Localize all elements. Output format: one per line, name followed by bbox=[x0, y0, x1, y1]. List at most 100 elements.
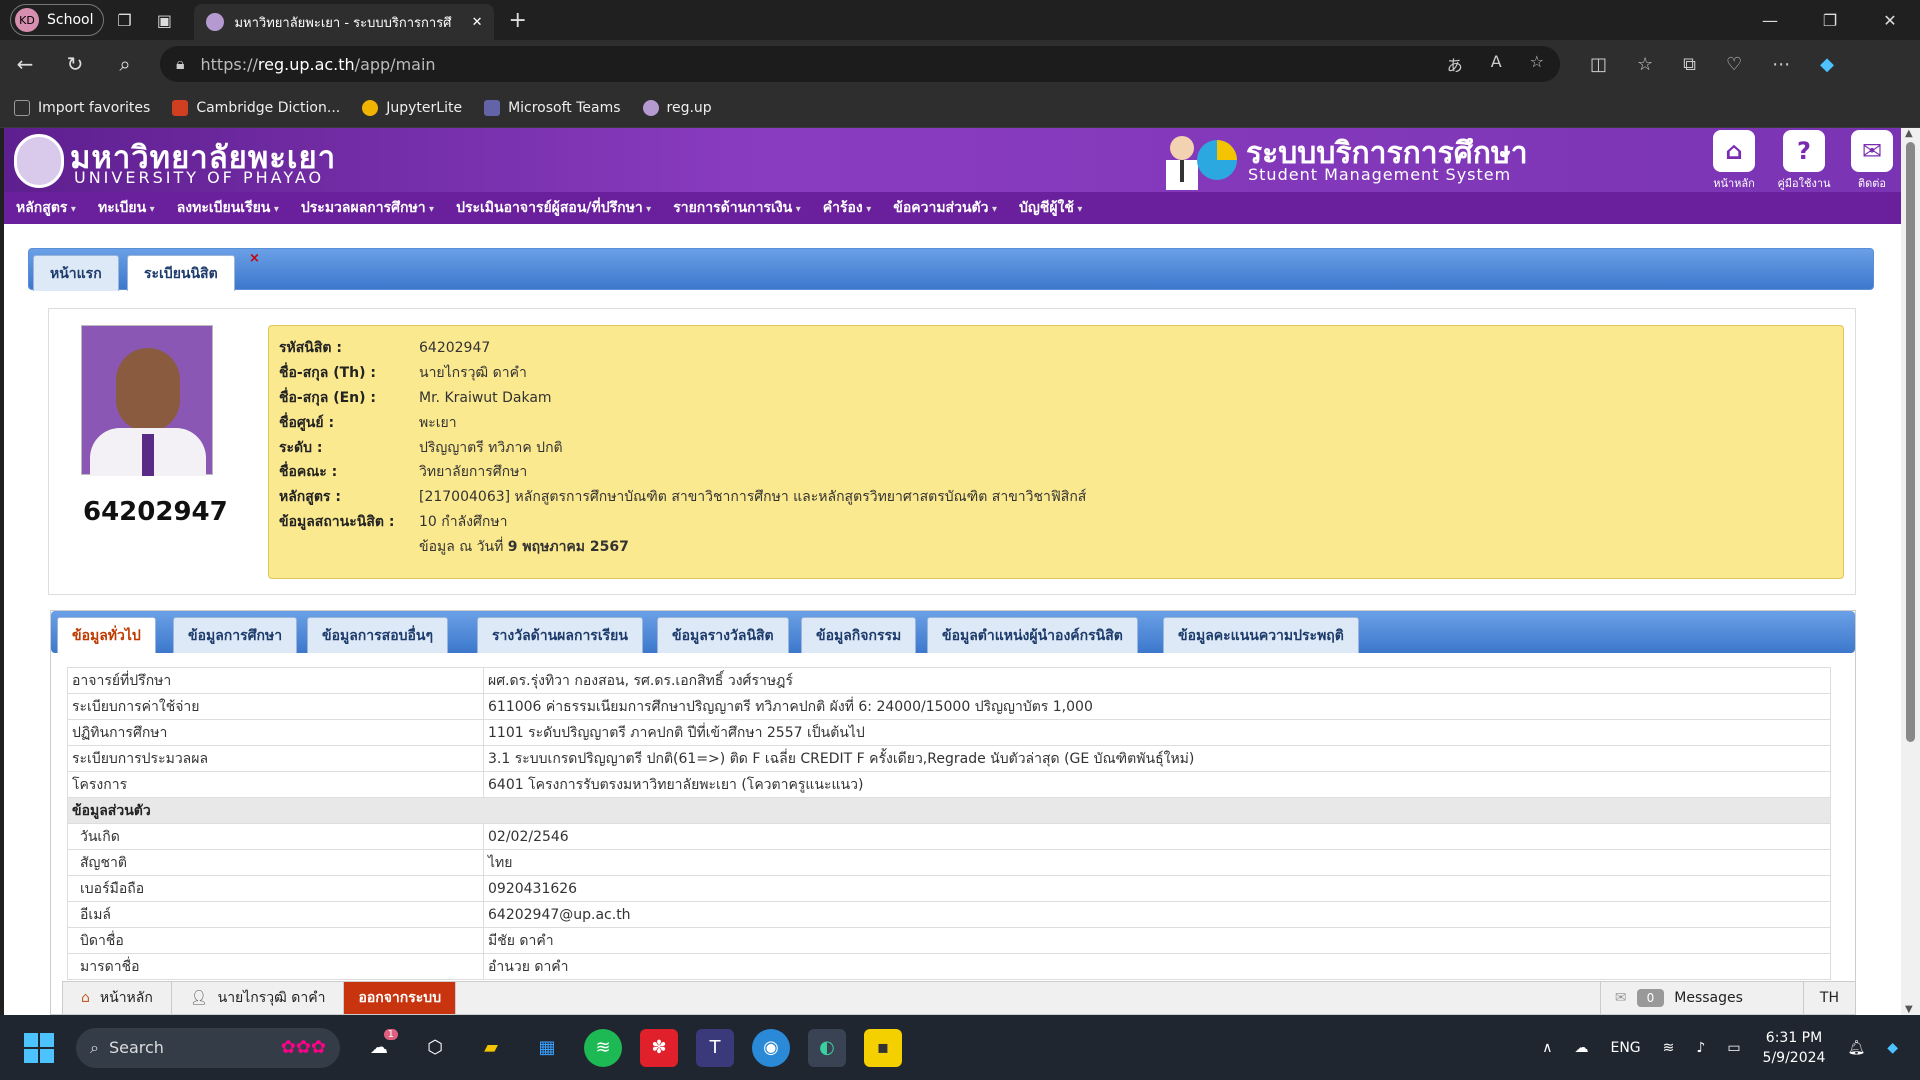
bottom-home-button[interactable]: ⌂ หน้าหลัก bbox=[63, 982, 172, 1014]
refresh-icon[interactable]: ↻ bbox=[50, 52, 100, 76]
detail-tab[interactable]: ข้อมูลการสอบอื่นๆ bbox=[307, 617, 448, 653]
page-tabstrip: หน้าแรก ระเบียนนิสิต × bbox=[28, 248, 1874, 291]
address-bar[interactable]: 🔒︎ https://reg.up.ac.th/app/main あ A ☆ bbox=[160, 46, 1560, 82]
page-scrollbar[interactable]: ▲ ▼ bbox=[1901, 128, 1920, 1015]
scroll-thumb[interactable] bbox=[1906, 142, 1915, 742]
menu-item[interactable]: ข้อความส่วนตัว bbox=[893, 197, 997, 219]
edge-icon[interactable]: ◐ bbox=[808, 1028, 846, 1067]
section-title: ข้อมูลส่วนตัว bbox=[67, 797, 1831, 824]
favorite-item[interactable]: Cambridge Diction... bbox=[172, 99, 340, 116]
system-clock[interactable]: 6:31 PM 5/9/2024 bbox=[1763, 1028, 1826, 1068]
menu-item[interactable]: คำร้อง bbox=[823, 197, 872, 219]
profile-button[interactable]: KD School bbox=[10, 4, 105, 36]
texstudio-icon[interactable]: T bbox=[696, 1028, 734, 1067]
menu-item[interactable]: รายการด้านการเงิน bbox=[673, 197, 801, 219]
search-icon[interactable]: ⌕ bbox=[100, 52, 150, 76]
favorites-icon[interactable]: ☆ bbox=[1637, 54, 1653, 75]
menu-item[interactable]: ประเมินอาจารย์ผู้สอน/ที่ปรึกษา bbox=[456, 197, 651, 219]
battery-icon[interactable]: ▭ bbox=[1727, 1040, 1740, 1056]
translate-icon[interactable]: あ bbox=[1447, 52, 1463, 76]
messages-button[interactable]: ✉ 0 Messages bbox=[1599, 982, 1803, 1014]
header-home-button[interactable]: ⌂ หน้าหลัก bbox=[1706, 130, 1762, 192]
notification-badge: 1 bbox=[383, 1028, 398, 1040]
huawei-icon[interactable]: ✽ bbox=[640, 1028, 678, 1067]
language-toggle[interactable]: TH bbox=[1802, 982, 1855, 1014]
detail-tab[interactable]: ข้อมูลกิจกรรม bbox=[801, 617, 917, 653]
profile-avatar: KD bbox=[15, 8, 39, 32]
onedrive-icon[interactable]: ☁ bbox=[1574, 1040, 1588, 1056]
workspaces-icon[interactable]: ❐ bbox=[104, 0, 144, 40]
menu-item[interactable]: ลงทะเบียนเรียน bbox=[177, 197, 279, 219]
messages-label: Messages bbox=[1674, 990, 1743, 1006]
detail-value: ไทย bbox=[483, 849, 1831, 876]
tab-home[interactable]: หน้าแรก bbox=[33, 255, 119, 291]
field-label: รหัสนิสิต : bbox=[279, 340, 342, 357]
app-hexagon-icon[interactable]: ⬡ bbox=[416, 1029, 454, 1067]
notification-bell-icon[interactable]: 🔔︎ bbox=[1847, 1040, 1865, 1056]
detail-key: ระเบียบการค่าใช้จ่าย bbox=[67, 693, 484, 720]
tab-actions-icon[interactable]: ▣ bbox=[144, 0, 184, 40]
browser-titlebar: KD School ❐ ▣ มหาวิทยาลัยพะเยา - ระบบบริ… bbox=[0, 0, 1920, 40]
logout-button[interactable]: ออกจากระบบ bbox=[344, 982, 457, 1014]
field-label: ชื่อศูนย์ : bbox=[279, 414, 335, 431]
detail-tab[interactable]: ข้อมูลคะแนนความประพฤติ bbox=[1163, 617, 1359, 653]
window-close-icon[interactable]: ✕ bbox=[1860, 0, 1920, 40]
chrome-icon[interactable]: ◉ bbox=[752, 1028, 790, 1067]
table-row: ระเบียบการประมวลผล 3.1 ระบบเกรดปริญญาตรี … bbox=[67, 745, 1831, 772]
store-icon[interactable]: ▦ bbox=[528, 1029, 566, 1067]
read-aloud-icon[interactable]: A bbox=[1491, 52, 1502, 76]
weather-icon[interactable]: ☁ 1 bbox=[360, 1028, 398, 1067]
header-manual-button[interactable]: ? คู่มือใช้งาน bbox=[1776, 130, 1832, 192]
scroll-up-icon[interactable]: ▲ bbox=[1905, 128, 1913, 139]
maximize-icon[interactable]: ❐ bbox=[1800, 0, 1860, 40]
file-explorer-icon[interactable]: ▰ bbox=[472, 1029, 510, 1067]
more-icon[interactable]: ⋯ bbox=[1772, 54, 1790, 75]
field-value: ปริญญาตรี ทวิภาค ปกติ bbox=[419, 439, 563, 456]
detail-tab[interactable]: ข้อมูลการศึกษา bbox=[173, 617, 298, 653]
detail-key: บิดาชื่อ bbox=[67, 927, 484, 954]
split-screen-icon[interactable]: ◫ bbox=[1590, 54, 1607, 75]
favorite-item[interactable]: Microsoft Teams bbox=[484, 99, 621, 116]
detail-tab[interactable]: ข้อมูลรางวัลนิสิต bbox=[657, 617, 789, 653]
input-language[interactable]: ENG bbox=[1610, 1040, 1640, 1056]
wifi-icon[interactable]: ≋ bbox=[1663, 1040, 1675, 1056]
url-path: /app/main bbox=[354, 54, 436, 74]
favorite-item[interactable]: reg.up bbox=[642, 99, 712, 116]
collections-icon[interactable]: ⧉ bbox=[1683, 54, 1696, 75]
menu-item[interactable]: หลักสูตร bbox=[16, 197, 76, 219]
detail-tab[interactable]: ข้อมูลทั่วไป bbox=[57, 617, 156, 653]
spotify-icon[interactable]: ≋ bbox=[584, 1028, 622, 1067]
favorite-item[interactable]: Import favorites bbox=[14, 99, 150, 116]
table-row: วันเกิด 02/02/2546 bbox=[67, 823, 1831, 850]
copilot-icon[interactable]: ◆ bbox=[1820, 54, 1834, 75]
detail-value: 6401 โครงการรับตรงมหาวิทยาลัยพะเยา (โควต… bbox=[483, 771, 1831, 798]
copilot-icon[interactable]: ◆ bbox=[1887, 1040, 1898, 1056]
tab-close-icon[interactable]: ✕ bbox=[472, 15, 483, 30]
tab-student-record[interactable]: ระเบียนนิสิต bbox=[127, 255, 235, 291]
tab-close-icon[interactable]: × bbox=[249, 251, 260, 266]
favorites-bar: Import favorites Cambridge Diction... Ju… bbox=[0, 88, 1920, 128]
menu-item[interactable]: ทะเบียน bbox=[98, 197, 155, 219]
detail-tab[interactable]: ข้อมูลตำแหน่งผู้นำองค์กรนิสิต bbox=[927, 617, 1138, 653]
browser-tab-active[interactable]: มหาวิทยาลัยพะเยา - ระบบบริการการศึ ✕ bbox=[194, 4, 495, 40]
chevron-up-icon[interactable]: ∧ bbox=[1542, 1040, 1552, 1056]
detail-tab[interactable]: รางวัลด้านผลการเรียน bbox=[477, 617, 643, 653]
tab-favicon bbox=[206, 13, 225, 31]
detail-value: 02/02/2546 bbox=[483, 823, 1831, 850]
favorite-item[interactable]: JupyterLite bbox=[362, 99, 462, 116]
table-row: บิดาชื่อ มีชัย ดาคำ bbox=[67, 927, 1831, 954]
field-value: พะเยา bbox=[419, 414, 457, 431]
sticky-notes-icon[interactable]: ▪ bbox=[864, 1028, 902, 1067]
menu-item[interactable]: ประมวลผลการศึกษา bbox=[301, 197, 434, 219]
header-contact-button[interactable]: ✉ ติดต่อ bbox=[1844, 130, 1900, 192]
volume-icon[interactable]: ♪ bbox=[1696, 1040, 1705, 1056]
new-tab-icon[interactable]: + bbox=[508, 8, 526, 33]
health-icon[interactable]: ♡ bbox=[1726, 54, 1742, 75]
menu-item[interactable]: บัญชีผู้ใช้ bbox=[1019, 197, 1082, 219]
minimize-icon[interactable]: — bbox=[1740, 0, 1800, 40]
start-button[interactable] bbox=[24, 1032, 54, 1063]
scroll-down-icon[interactable]: ▼ bbox=[1905, 1004, 1913, 1015]
favorite-star-icon[interactable]: ☆ bbox=[1530, 52, 1544, 76]
taskbar-search[interactable]: ⌕ Search ✿✿✿ bbox=[76, 1027, 340, 1068]
back-icon[interactable]: ← bbox=[0, 52, 50, 76]
